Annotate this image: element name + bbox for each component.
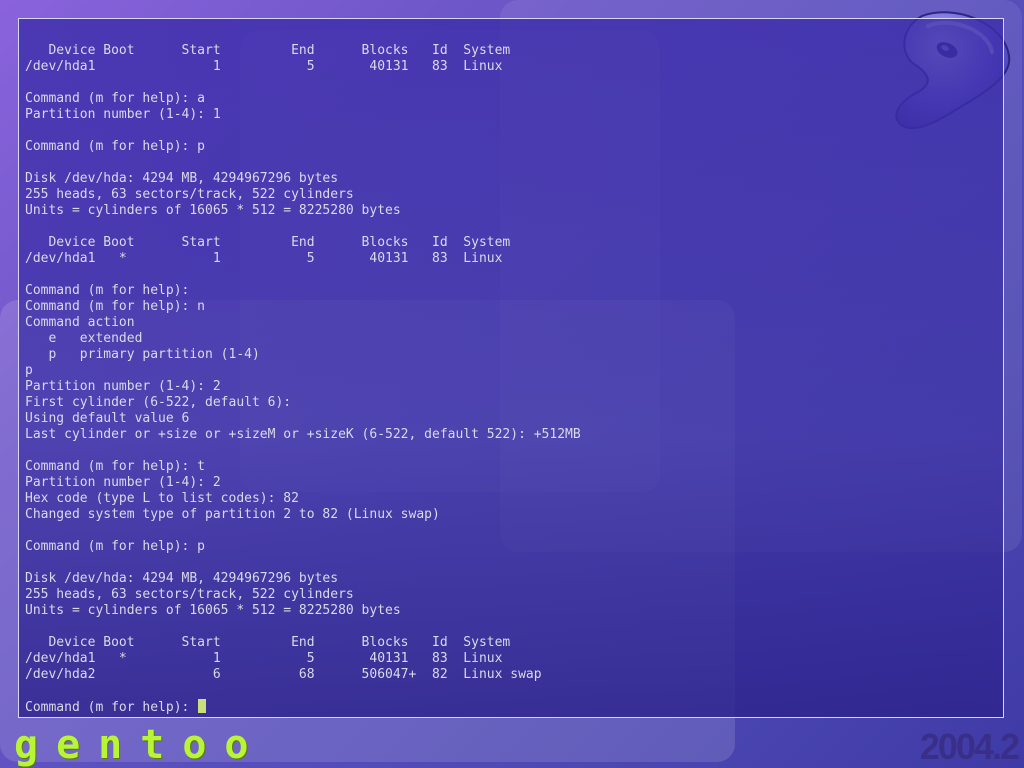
- terminal-line: Disk /dev/hda: 4294 MB, 4294967296 bytes: [25, 571, 339, 586]
- gentoo-wordmark: gentoo: [14, 722, 267, 768]
- terminal-line: p: [25, 363, 33, 378]
- text-cursor: [198, 699, 207, 713]
- terminal-line: p primary partition (1-4): [25, 347, 260, 362]
- terminal-line: Command (m for help): a: [25, 91, 206, 106]
- terminal-line: /dev/hda1 1 5 40131 83 Linux: [25, 59, 503, 74]
- terminal-line: /dev/hda1 * 1 5 40131 83 Linux: [25, 251, 503, 266]
- terminal-line: 255 heads, 63 sectors/track, 522 cylinde…: [25, 187, 354, 202]
- terminal-line: Partition number (1-4): 2: [25, 475, 221, 490]
- terminal-line: Command (m for help):: [25, 283, 190, 298]
- terminal-prompt-line[interactable]: Command (m for help):: [25, 699, 581, 715]
- terminal-line: Command (m for help): p: [25, 139, 206, 154]
- terminal-line: 255 heads, 63 sectors/track, 522 cylinde…: [25, 587, 354, 602]
- terminal-line: Partition number (1-4): 2: [25, 379, 221, 394]
- terminal-prompt: Command (m for help):: [25, 700, 198, 715]
- terminal-line: Units = cylinders of 16065 * 512 = 82252…: [25, 203, 401, 218]
- terminal-line: Disk /dev/hda: 4294 MB, 4294967296 bytes: [25, 171, 339, 186]
- terminal-line: Command (m for help): t: [25, 459, 206, 474]
- terminal-line: Command (m for help): n: [25, 299, 206, 314]
- terminal-line: e extended: [25, 331, 143, 346]
- terminal-line: /dev/hda2 6 68 506047+ 82 Linux swap: [25, 667, 542, 682]
- terminal-output: Device Boot Start End Blocks Id System/d…: [25, 43, 581, 715]
- terminal-line: /dev/hda1 * 1 5 40131 83 Linux: [25, 651, 503, 666]
- terminal-line: Using default value 6: [25, 411, 190, 426]
- terminal-line: Hex code (type L to list codes): 82: [25, 491, 299, 506]
- terminal-line: Device Boot Start End Blocks Id System: [25, 43, 511, 58]
- terminal-line: Last cylinder or +size or +sizeM or +siz…: [25, 427, 581, 442]
- terminal-line: Changed system type of partition 2 to 82…: [25, 507, 440, 522]
- version-label: 2004.2: [919, 726, 1020, 767]
- terminal-line: Command (m for help): p: [25, 539, 206, 554]
- terminal-line: Command action: [25, 315, 135, 330]
- terminal-line: Partition number (1-4): 1: [25, 107, 221, 122]
- terminal-console[interactable]: Device Boot Start End Blocks Id System/d…: [18, 18, 1004, 718]
- terminal-line: Device Boot Start End Blocks Id System: [25, 635, 511, 650]
- terminal-line: First cylinder (6-522, default 6):: [25, 395, 292, 410]
- terminal-line: Device Boot Start End Blocks Id System: [25, 235, 511, 250]
- terminal-line: Units = cylinders of 16065 * 512 = 82252…: [25, 603, 401, 618]
